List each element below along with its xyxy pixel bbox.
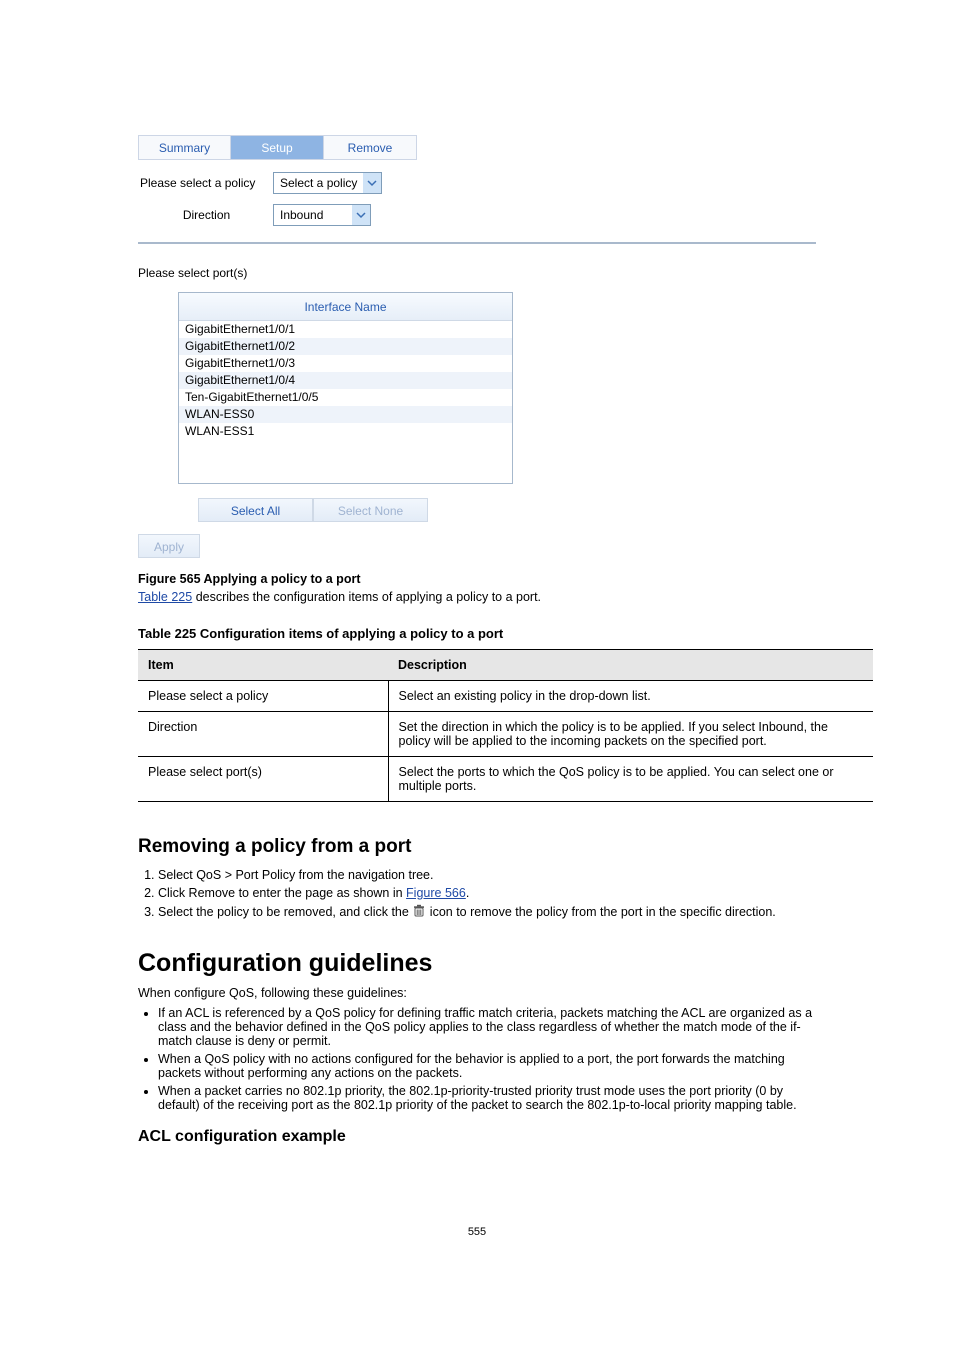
table-header-description: Description — [388, 650, 873, 681]
list-item[interactable]: GigabitEthernet1/0/2 — [179, 338, 512, 355]
caption-follow-text: describes the configuration items of app… — [192, 590, 541, 604]
select-none-button[interactable]: Select None — [313, 498, 428, 522]
step-item: Click Remove to enter the page as shown … — [158, 886, 816, 900]
section-heading-guidelines: Configuration guidelines — [138, 949, 816, 978]
port-policy-panel: Summary Setup Remove Please select a pol… — [138, 135, 816, 560]
direction-label: Direction — [138, 208, 273, 222]
table-cell: Select the ports to which the QoS policy… — [388, 757, 873, 802]
ports-label: Please select port(s) — [138, 266, 816, 280]
table-header-item: Item — [138, 650, 388, 681]
policy-select-value: Select a policy — [274, 173, 363, 193]
policy-label: Please select a policy — [138, 176, 273, 190]
ports-table: Interface Name GigabitEthernet1/0/1 Giga… — [178, 292, 513, 484]
list-item[interactable]: WLAN-ESS0 — [179, 406, 512, 423]
apply-button[interactable]: Apply — [138, 534, 200, 558]
section-heading-acl-example: ACL configuration example — [138, 1128, 816, 1146]
direction-select[interactable]: Inbound — [273, 204, 371, 226]
guideline-item: If an ACL is referenced by a QoS policy … — [158, 1006, 816, 1048]
list-item[interactable]: GigabitEthernet1/0/4 — [179, 372, 512, 389]
trash-icon — [412, 904, 426, 921]
figure-reference-link[interactable]: Figure 566 — [406, 886, 466, 900]
chevron-down-icon[interactable] — [363, 173, 381, 193]
table-cell: Direction — [138, 712, 388, 757]
section-heading-remove: Removing a policy from a port — [138, 836, 816, 858]
table-cell: Select an existing policy in the drop-do… — [388, 681, 873, 712]
list-item[interactable]: Ten-GigabitEthernet1/0/5 — [179, 389, 512, 406]
step-item: Select QoS > Port Policy from the naviga… — [158, 868, 816, 882]
policy-select[interactable]: Select a policy — [273, 172, 382, 194]
tab-summary[interactable]: Summary — [138, 135, 231, 160]
guideline-item: When a packet carries no 802.1p priority… — [158, 1084, 816, 1112]
tab-remove[interactable]: Remove — [324, 135, 417, 160]
step-item: Select the policy to be removed, and cli… — [158, 904, 816, 921]
ports-table-header: Interface Name — [179, 293, 512, 321]
guidelines-intro: When configure QoS, following these guid… — [138, 986, 804, 1000]
table-reference-link[interactable]: Table 225 — [138, 590, 192, 604]
list-item[interactable]: GigabitEthernet1/0/3 — [179, 355, 512, 372]
chevron-down-icon[interactable] — [352, 205, 370, 225]
list-item[interactable]: WLAN-ESS1 — [179, 423, 512, 440]
guideline-item: When a QoS policy with no actions config… — [158, 1052, 816, 1080]
page-number: 555 — [60, 1226, 894, 1238]
select-all-button[interactable]: Select All — [198, 498, 313, 522]
config-items-table: Item Description Please select a policy … — [138, 649, 873, 802]
list-item[interactable]: GigabitEthernet1/0/1 — [179, 321, 512, 338]
remove-steps: Select QoS > Port Policy from the naviga… — [158, 868, 816, 921]
table-cell: Please select port(s) — [138, 757, 388, 802]
tab-bar: Summary Setup Remove — [138, 135, 816, 160]
direction-select-value: Inbound — [274, 205, 344, 225]
figure-caption: Figure 565 Applying a policy to a port — [138, 572, 894, 586]
table-cell: Set the direction in which the policy is… — [388, 712, 873, 757]
table-caption: Table 225 Configuration items of applyin… — [138, 626, 816, 641]
tab-setup[interactable]: Setup — [231, 135, 324, 160]
guidelines-list: If an ACL is referenced by a QoS policy … — [158, 1006, 816, 1112]
policy-form: Please select a policy Select a policy D… — [138, 172, 816, 244]
table-cell: Please select a policy — [138, 681, 388, 712]
